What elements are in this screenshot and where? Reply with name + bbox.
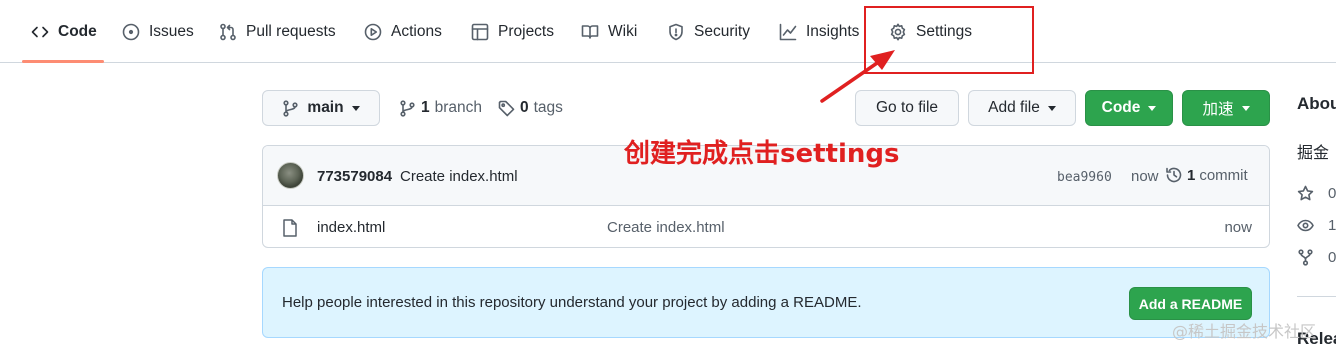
tags-link[interactable]: 0 tags — [498, 98, 563, 118]
accelerate-label: 加速 — [1202, 101, 1234, 118]
star-icon — [1297, 185, 1314, 200]
tab-actions[interactable]: Actions — [364, 0, 442, 63]
play-icon — [364, 23, 382, 41]
code-icon — [31, 23, 49, 41]
file-icon — [282, 219, 298, 237]
tab-issues[interactable]: Issues — [122, 0, 194, 63]
branch-select-button[interactable]: main — [262, 90, 380, 126]
commit-count-label: commit — [1199, 166, 1248, 184]
gear-icon — [889, 23, 907, 41]
file-commit-message-link[interactable]: Create index.html — [607, 219, 725, 236]
issue-opened-icon — [122, 23, 140, 41]
watchers-count: 1 — [1328, 216, 1336, 234]
commit-count: 1 — [1187, 166, 1196, 184]
readme-prompt-text: Help people interested in this repositor… — [282, 294, 862, 311]
tab-code[interactable]: Code — [31, 0, 97, 63]
repo-tab-nav: Code Issues Pull requests Actions Projec… — [0, 0, 1336, 63]
sidebar-divider — [1297, 296, 1336, 297]
watermark: @稀土掘金技术社区 — [1172, 322, 1317, 341]
selected-tab-underline — [22, 60, 104, 63]
chevron-down-icon — [351, 105, 360, 111]
table-row: index.html Create index.html now — [263, 207, 1269, 247]
table-icon — [471, 23, 489, 41]
tag-label: tags — [533, 99, 563, 116]
forks-count: 0 — [1328, 248, 1336, 266]
commit-sha-link[interactable]: bea9960 — [1057, 170, 1112, 185]
chevron-down-icon — [1241, 105, 1250, 111]
chevron-down-icon — [1047, 105, 1056, 111]
tab-settings[interactable]: Settings — [889, 0, 972, 63]
stars-count: 0 — [1328, 184, 1336, 202]
tab-security[interactable]: Security — [667, 0, 750, 63]
tab-label: Pull requests — [246, 22, 336, 40]
add-readme-button[interactable]: Add a README — [1129, 287, 1252, 320]
file-time: now — [1224, 219, 1252, 236]
shield-icon — [667, 23, 685, 41]
go-to-file-label: Go to file — [875, 99, 939, 116]
code-dropdown-button[interactable]: Code — [1085, 90, 1173, 126]
watchers-link[interactable]: 1 — [1297, 215, 1336, 235]
tab-label: Code — [58, 22, 97, 40]
tab-label: Insights — [806, 22, 860, 40]
tab-label: Wiki — [608, 22, 638, 40]
branch-label: branch — [434, 99, 483, 116]
annotation-text: 创建完成点击settings — [624, 139, 900, 169]
repo-forked-icon — [1298, 248, 1313, 266]
commit-message-link[interactable]: Create index.html — [400, 168, 518, 185]
add-file-button[interactable]: Add file — [968, 90, 1076, 126]
git-branch-icon — [400, 99, 415, 117]
forks-link[interactable]: 0 — [1297, 247, 1336, 267]
tab-wiki[interactable]: Wiki — [581, 0, 637, 63]
accelerate-dropdown-button[interactable]: 加速 — [1182, 90, 1270, 126]
add-file-label: Add file — [988, 99, 1040, 116]
tab-label: Settings — [916, 22, 973, 40]
code-label: Code — [1101, 99, 1141, 116]
tab-label: Security — [694, 22, 750, 40]
git-branch-icon — [283, 99, 299, 117]
stars-link[interactable]: 0 — [1297, 183, 1336, 203]
go-to-file-button[interactable]: Go to file — [855, 90, 959, 126]
file-name-link[interactable]: index.html — [317, 219, 385, 236]
tab-insights[interactable]: Insights — [779, 0, 859, 63]
branches-link[interactable]: 1 branch — [399, 98, 482, 118]
tab-label: Actions — [391, 22, 442, 40]
tab-label: Issues — [149, 22, 194, 40]
about-heading: Abou — [1297, 94, 1336, 113]
tag-icon — [498, 100, 515, 116]
eye-icon — [1297, 219, 1314, 231]
book-icon — [581, 23, 599, 41]
tag-count: 0 — [520, 99, 529, 116]
branch-count: 1 — [421, 99, 430, 116]
readme-prompt-banner: Help people interested in this repositor… — [262, 267, 1270, 338]
tab-pull-requests[interactable]: Pull requests — [219, 0, 336, 63]
graph-icon — [779, 23, 797, 41]
git-pull-request-icon — [219, 23, 237, 41]
chevron-down-icon — [1148, 105, 1157, 111]
tab-label: Projects — [498, 22, 554, 40]
commits-history-link[interactable]: 1 commit — [1165, 166, 1248, 184]
avatar[interactable] — [277, 162, 304, 189]
commit-author-link[interactable]: 773579084 — [317, 168, 392, 185]
branch-select-label: main — [307, 99, 344, 116]
history-icon — [1166, 167, 1182, 183]
commit-time: now — [1131, 168, 1159, 185]
about-description: 掘金 — [1297, 145, 1330, 162]
tab-projects[interactable]: Projects — [471, 0, 554, 63]
